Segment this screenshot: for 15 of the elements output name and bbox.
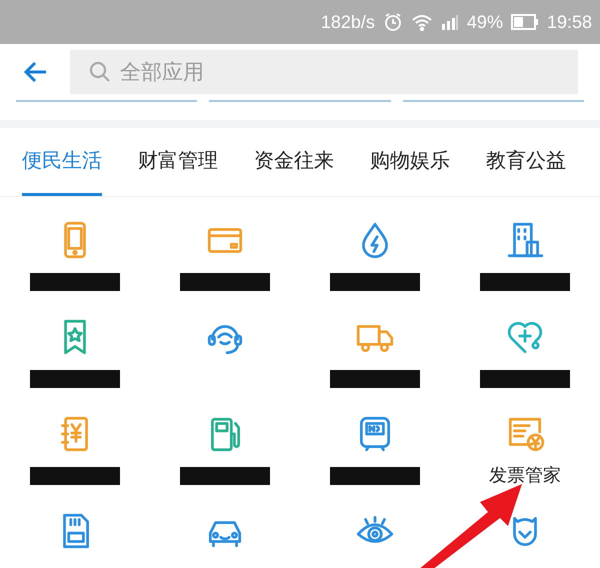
category-tab[interactable]: 资金往来 bbox=[254, 128, 334, 196]
wifi-icon bbox=[410, 13, 433, 31]
clock-time: 19:58 bbox=[546, 12, 592, 32]
alarm-icon bbox=[382, 12, 403, 32]
battery-percent: 49% bbox=[466, 12, 503, 32]
signal-icon bbox=[440, 13, 459, 31]
network-speed: 182b/s bbox=[320, 12, 375, 32]
category-tab[interactable]: 教育公益 bbox=[486, 128, 566, 196]
app-label[interactable]: 发票管家 bbox=[489, 465, 561, 486]
category-tab[interactable]: 便民生活 bbox=[22, 128, 102, 196]
category-tab[interactable]: 购物娱乐 bbox=[370, 128, 450, 196]
search-icon bbox=[88, 60, 112, 84]
category-tab[interactable]: 财富管理 bbox=[138, 128, 218, 196]
search-field[interactable]: 全部应用 bbox=[70, 50, 578, 94]
battery-icon bbox=[510, 14, 539, 30]
